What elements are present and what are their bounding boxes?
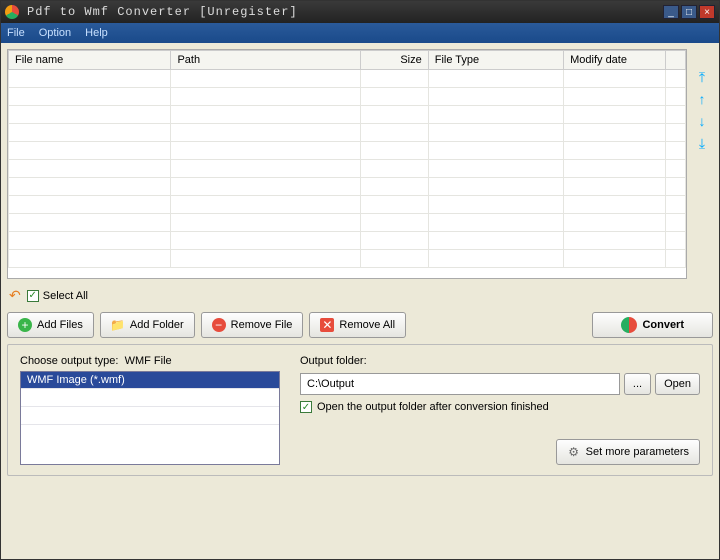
move-down-button[interactable]: ↓ [694,113,710,129]
table-row[interactable] [9,124,686,142]
minus-icon: − [212,318,226,332]
file-table[interactable]: File name Path Size File Type Modify dat… [7,49,687,279]
app-window: Pdf to Wmf Converter [Unregister] _ □ × … [0,0,720,560]
select-all-checkbox[interactable]: ✓ [27,290,39,302]
gear-icon: ⚙ [567,445,581,459]
window-title: Pdf to Wmf Converter [Unregister] [27,5,663,19]
move-bottom-button[interactable]: ⤓ [694,135,710,151]
select-all-label: Select All [43,290,88,302]
menu-option[interactable]: Option [39,27,71,39]
col-filetype[interactable]: File Type [428,51,563,70]
table-row[interactable] [9,196,686,214]
curve-arrow-icon: ↶ [9,287,21,304]
add-files-button[interactable]: + Add Files [7,312,94,338]
output-type-listbox[interactable]: WMF Image (*.wmf) [20,371,280,465]
convert-icon [621,317,637,333]
remove-file-button[interactable]: − Remove File [201,312,304,338]
table-row[interactable] [9,250,686,268]
move-up-button[interactable]: ↑ [694,91,710,107]
open-after-checkbox[interactable]: ✓ [300,401,312,413]
col-path[interactable]: Path [171,51,361,70]
menubar: File Option Help [1,23,719,43]
output-type-label: Choose output type: WMF File [20,355,280,367]
table-row[interactable] [9,106,686,124]
reorder-controls: ⤒ ↑ ↓ ⤓ [691,49,713,279]
folder-icon: 📁 [111,318,125,332]
table-row[interactable] [9,160,686,178]
output-panel: Choose output type: WMF File WMF Image (… [7,344,713,476]
maximize-button[interactable]: □ [681,5,697,19]
remove-all-button[interactable]: ✕ Remove All [309,312,406,338]
table-row[interactable] [9,142,686,160]
open-folder-button[interactable]: Open [655,373,700,395]
output-path-input[interactable] [300,373,620,395]
x-icon: ✕ [320,318,334,332]
plus-icon: + [18,318,32,332]
menu-file[interactable]: File [7,27,25,39]
table-row[interactable] [9,70,686,88]
app-logo-icon [5,5,19,19]
add-folder-label: Add Folder [130,319,184,331]
col-size[interactable]: Size [361,51,429,70]
more-parameters-button[interactable]: ⚙ Set more parameters [556,439,700,465]
add-files-label: Add Files [37,319,83,331]
table-row[interactable] [9,178,686,196]
remove-all-label: Remove All [339,319,395,331]
list-item[interactable]: WMF Image (*.wmf) [21,372,279,388]
convert-label: Convert [642,319,684,331]
open-after-label: Open the output folder after conversion … [317,401,549,413]
table-row[interactable] [9,88,686,106]
move-top-button[interactable]: ⤒ [694,69,710,85]
add-folder-button[interactable]: 📁 Add Folder [100,312,195,338]
col-spacer [665,51,685,70]
browse-button[interactable]: ... [624,373,651,395]
col-filename[interactable]: File name [9,51,171,70]
menu-help[interactable]: Help [85,27,108,39]
remove-file-label: Remove File [231,319,293,331]
table-row[interactable] [9,214,686,232]
output-folder-label: Output folder: [300,355,700,367]
close-button[interactable]: × [699,5,715,19]
convert-button[interactable]: Convert [592,312,713,338]
minimize-button[interactable]: _ [663,5,679,19]
table-row[interactable] [9,232,686,250]
titlebar: Pdf to Wmf Converter [Unregister] _ □ × [1,1,719,23]
more-parameters-label: Set more parameters [586,446,689,458]
col-modify[interactable]: Modify date [564,51,666,70]
